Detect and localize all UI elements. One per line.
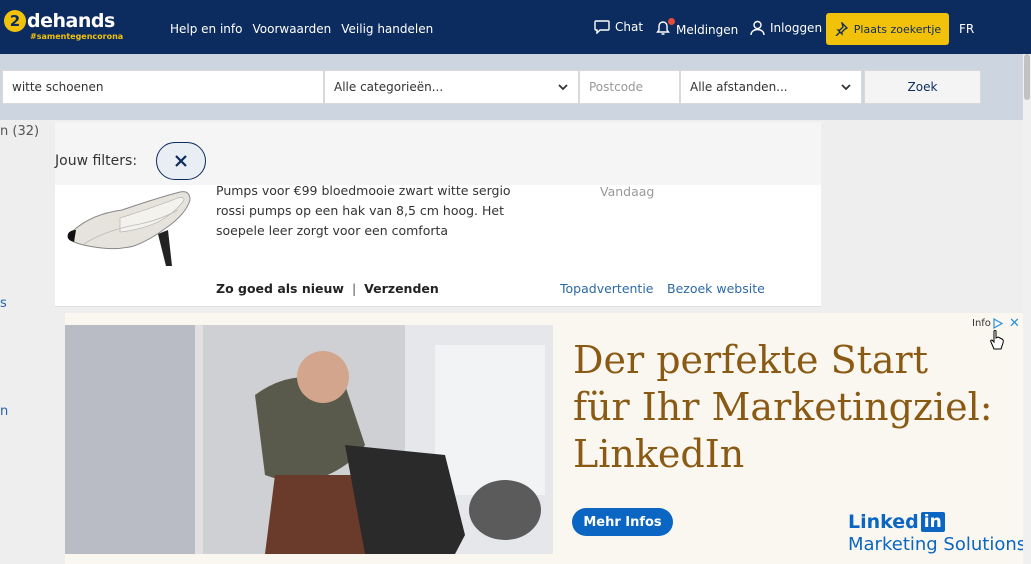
sidebar-link[interactable]: s: [0, 296, 7, 311]
linkedin-logo: Linked in Marketing Solutions: [848, 511, 1026, 555]
logo-word: dehands: [27, 10, 115, 32]
chevron-down-icon: [558, 84, 568, 91]
nav-terms[interactable]: Voorwaarden: [252, 22, 331, 36]
ad-info-label: Info: [972, 318, 991, 329]
filters-bar: Jouw filters:: [55, 122, 821, 185]
logo-digit: 2: [4, 10, 26, 32]
sidebar-link[interactable]: n: [0, 404, 8, 419]
search-button[interactable]: Zoek: [864, 70, 981, 104]
listing-shipping: Verzenden: [364, 281, 439, 296]
cursor-icon: [990, 330, 1004, 350]
site-logo[interactable]: 2 dehands #samentegencorona: [4, 10, 123, 41]
notification-dot: [668, 18, 675, 25]
listing-condition: Zo goed als nieuw: [216, 281, 344, 296]
language-switch[interactable]: FR: [959, 22, 974, 36]
distance-select[interactable]: Alle afstanden...: [680, 70, 862, 104]
listing-description: Pumps voor €99 bloedmooie zwart witte se…: [216, 183, 511, 238]
visit-website-link[interactable]: Bezoek website: [667, 281, 765, 296]
place-ad-label: Plaats zoekertje: [853, 22, 942, 36]
ad-banner[interactable]: Der perfekte Start für Ihr Marketingziel…: [65, 313, 1031, 564]
ad-info-button[interactable]: Info: [972, 318, 1003, 329]
nav-safe-trading[interactable]: Veilig handelen: [341, 22, 433, 36]
ad-headline: Der perfekte Start für Ihr Marketingziel…: [573, 338, 993, 476]
linkedin-box: in: [920, 512, 945, 532]
top-header: 2 dehands #samentegencorona Help en info…: [0, 0, 1031, 54]
pin-icon: [835, 22, 848, 36]
ad-close-button[interactable]: ✕: [1009, 316, 1020, 331]
place-ad-button[interactable]: Plaats zoekertje: [826, 13, 949, 45]
linkedin-word: Linked: [848, 511, 919, 533]
distance-value: Alle afstanden...: [690, 80, 788, 94]
ad-cta-button[interactable]: Mehr Infos: [572, 508, 673, 536]
scrollbar-thumb[interactable]: [1024, 54, 1030, 100]
sidebar-count[interactable]: n (32): [0, 124, 39, 139]
close-icon: [175, 155, 187, 167]
notifications-label: Meldingen: [676, 22, 739, 37]
login-link[interactable]: Inloggen: [750, 20, 822, 36]
scrollbar[interactable]: [1023, 54, 1031, 564]
linkedin-subtitle: Marketing Solutions: [848, 534, 1027, 555]
nav-help[interactable]: Help en info: [170, 22, 242, 36]
filters-label: Jouw filters:: [55, 153, 138, 169]
top-ad-link[interactable]: Topadvertentie: [560, 281, 654, 296]
login-label: Inloggen: [770, 21, 823, 35]
postcode-input[interactable]: Postcode: [579, 70, 680, 104]
chat-link[interactable]: Chat: [594, 20, 643, 34]
attribute-separator: |: [351, 281, 357, 296]
user-icon: [750, 20, 765, 36]
search-bar: witte schoenen Alle categorieën... Postc…: [0, 54, 1031, 120]
listing-image[interactable]: [62, 184, 207, 269]
chat-label: Chat: [615, 20, 644, 34]
logo-tagline: #samentegencorona: [30, 32, 124, 41]
linkedin-wordmark: Linked in: [848, 511, 1026, 533]
chat-icon: [594, 20, 610, 34]
ad-image[interactable]: [65, 325, 553, 554]
listing-attributes: Zo goed als nieuw | Verzenden: [216, 281, 439, 296]
listing-date: Vandaag: [600, 184, 655, 199]
category-value: Alle categorieën...: [334, 80, 444, 94]
category-select[interactable]: Alle categorieën...: [324, 70, 579, 104]
chevron-down-icon: [841, 84, 851, 91]
search-input[interactable]: witte schoenen: [2, 70, 324, 104]
clear-filters-button[interactable]: [156, 142, 206, 180]
adchoices-icon: [993, 318, 1003, 329]
top-nav: Help en info Voorwaarden Veilig handelen: [170, 22, 433, 36]
notifications-link[interactable]: Meldingen: [655, 18, 739, 39]
